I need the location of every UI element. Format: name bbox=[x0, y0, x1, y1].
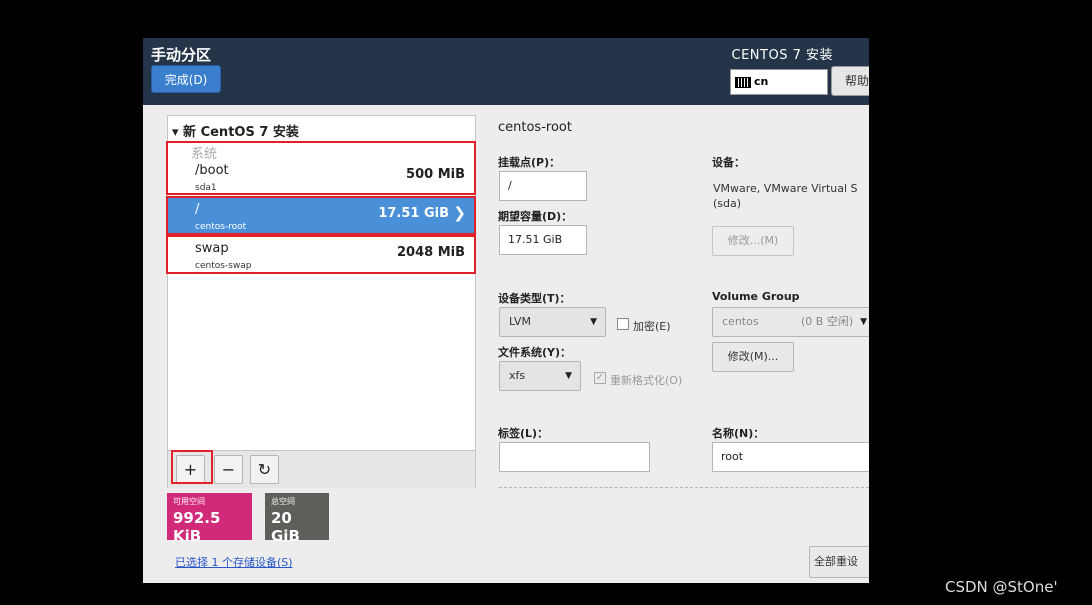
chevron-down-icon: ▼ bbox=[565, 371, 572, 381]
reset-all-button[interactable]: 全部重设 bbox=[809, 546, 869, 578]
name-field[interactable]: root bbox=[712, 442, 869, 472]
desired-capacity-label: 期望容量(D)： bbox=[498, 210, 573, 223]
partition-toolbar: + − ↻ bbox=[168, 450, 475, 488]
refresh-button[interactable]: ↻ bbox=[250, 455, 279, 484]
filesystem-label: 文件系统(Y)： bbox=[498, 346, 572, 359]
device-type-value: LVM bbox=[509, 315, 531, 328]
device-text: VMware, VMware Virtual S (sda) bbox=[713, 182, 858, 210]
highlight-box-add bbox=[171, 450, 213, 484]
page-title: 手动分区 bbox=[151, 46, 212, 64]
partition-details-title: centos-root bbox=[498, 120, 572, 135]
csdn-watermark: CSDN @StOne' bbox=[945, 578, 1058, 596]
product-title: CENTOS 7 安装 bbox=[731, 48, 833, 63]
filesystem-dropdown[interactable]: xfs ▼ bbox=[499, 361, 581, 391]
mount-point-label: 挂载点(P)： bbox=[498, 156, 561, 169]
chevron-down-icon: ▼ bbox=[860, 317, 867, 327]
volume-group-dropdown[interactable]: centos (0 B 空闲) ▼ bbox=[712, 307, 869, 337]
available-space-value: 992.5 KiB bbox=[173, 509, 221, 545]
encrypt-label: 加密(E) bbox=[633, 320, 671, 333]
separator-line bbox=[499, 487, 869, 488]
keyboard-layout-indicator[interactable]: cn bbox=[730, 69, 828, 95]
chevron-down-icon: ▼ bbox=[590, 317, 597, 327]
total-space-label: 总空间 bbox=[271, 497, 295, 506]
modify-volume-group-button[interactable]: 修改(M)... bbox=[712, 342, 794, 372]
top-bar: 手动分区 完成(D) CENTOS 7 安装 cn 帮助 bbox=[143, 38, 869, 105]
filesystem-value: xfs bbox=[509, 369, 526, 382]
storage-devices-link[interactable]: 已选择 1 个存储设备(S) bbox=[175, 554, 293, 570]
desired-capacity-field[interactable]: 17.51 GiB bbox=[499, 225, 587, 255]
highlight-box-swap bbox=[166, 235, 476, 274]
available-space-label: 可用空间 bbox=[173, 497, 205, 506]
highlight-box-root bbox=[166, 196, 476, 235]
remove-partition-button[interactable]: − bbox=[214, 455, 243, 484]
help-button[interactable]: 帮助 bbox=[831, 66, 869, 96]
name-label: 名称(N)： bbox=[712, 427, 765, 440]
modify-device-button[interactable]: 修改...(M) bbox=[712, 226, 794, 256]
partition-list-panel: ▾ 新 CentOS 7 安装 系统 /boot sda1 500 MiB / … bbox=[166, 115, 476, 488]
reformat-label: 重新格式化(O) bbox=[610, 374, 683, 387]
keyboard-layout-label: cn bbox=[754, 75, 769, 88]
volume-group-label: Volume Group bbox=[712, 290, 800, 303]
installation-group-header[interactable]: ▾ 新 CentOS 7 安装 bbox=[172, 121, 299, 140]
reformat-checkbox[interactable]: ✓ bbox=[594, 372, 606, 384]
tag-label: 标签(L)： bbox=[498, 427, 549, 440]
total-space-value: 20 GiB bbox=[271, 509, 300, 545]
volume-group-value: centos bbox=[722, 315, 759, 328]
available-space-tile: 可用空间 992.5 KiB bbox=[167, 493, 252, 545]
device-label: 设备： bbox=[712, 156, 745, 169]
keyboard-icon bbox=[735, 76, 751, 88]
done-button[interactable]: 完成(D) bbox=[151, 65, 221, 93]
mount-point-field[interactable]: / bbox=[499, 171, 587, 201]
volume-group-free: (0 B 空闲) bbox=[801, 315, 854, 328]
highlight-box-boot bbox=[166, 141, 476, 195]
device-type-label: 设备类型(T)： bbox=[498, 292, 571, 305]
encrypt-checkbox[interactable] bbox=[617, 318, 629, 330]
installer-window: 手动分区 完成(D) CENTOS 7 安装 cn 帮助 ▾ 新 CentOS … bbox=[143, 38, 869, 583]
total-space-tile: 总空间 20 GiB bbox=[265, 493, 329, 545]
device-type-dropdown[interactable]: LVM ▼ bbox=[499, 307, 606, 337]
tag-field[interactable] bbox=[499, 442, 650, 472]
